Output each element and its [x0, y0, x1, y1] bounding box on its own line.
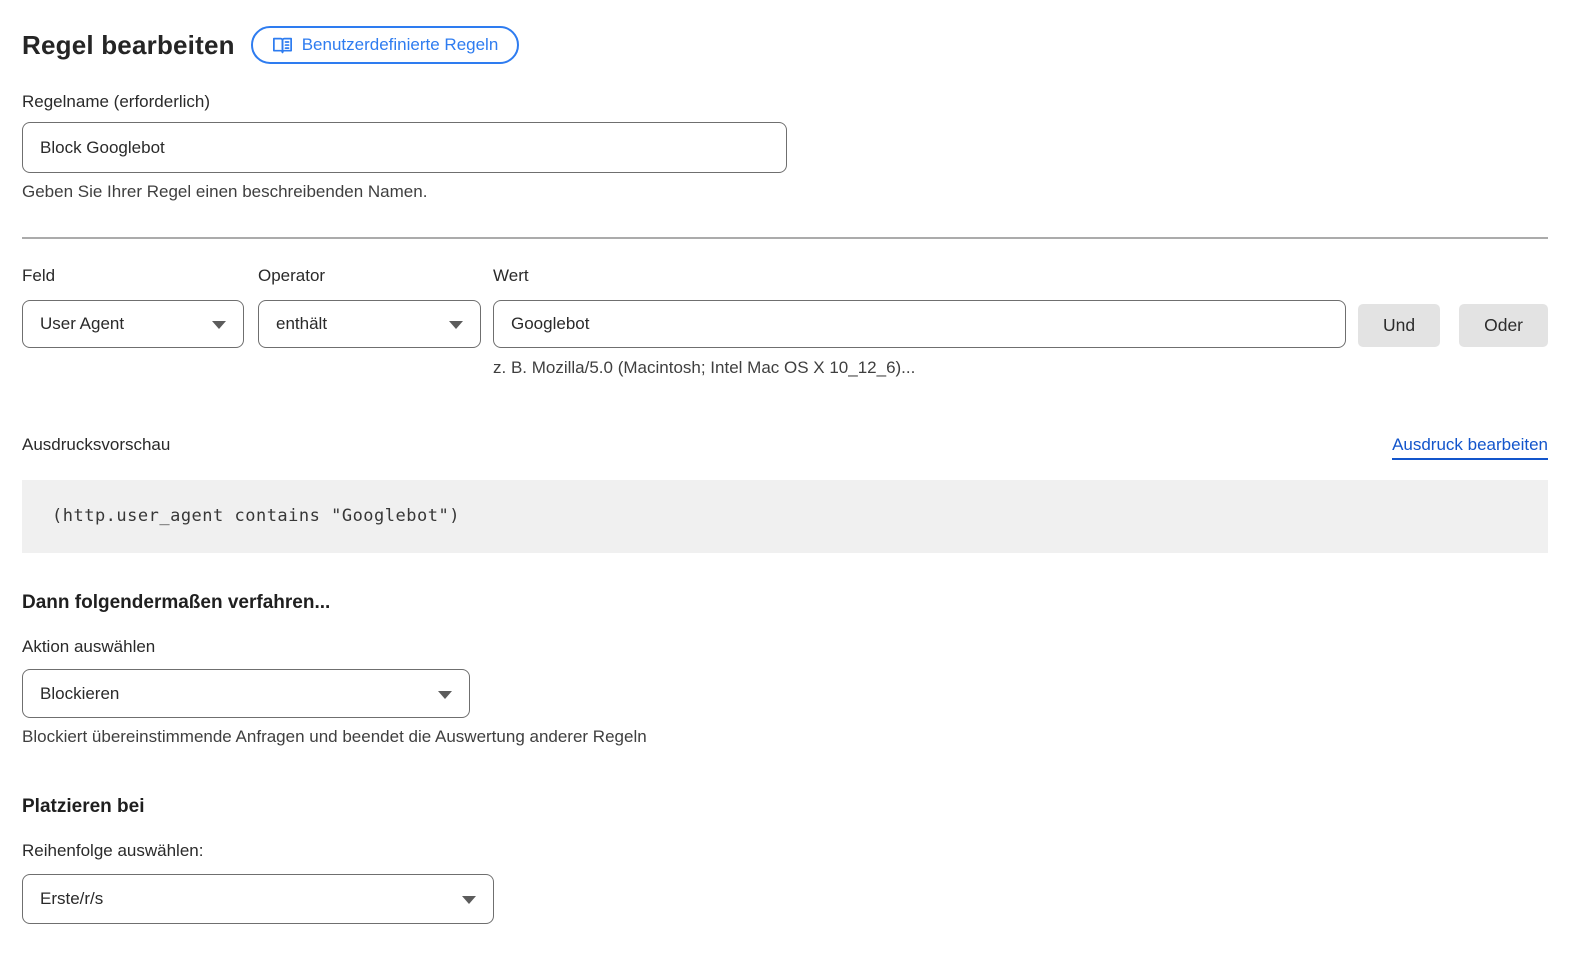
- action-section: Dann folgendermaßen verfahren... Aktion …: [22, 592, 1548, 747]
- field-column: Feld User Agent: [22, 266, 244, 378]
- edit-expression-link[interactable]: Ausdruck bearbeiten: [1392, 435, 1548, 460]
- rule-name-input[interactable]: [22, 122, 787, 173]
- field-select-value: User Agent: [40, 314, 124, 334]
- action-label: Aktion auswählen: [22, 637, 1548, 657]
- rule-name-label: Regelname (erforderlich): [22, 92, 1548, 112]
- field-label: Feld: [22, 266, 244, 286]
- custom-rules-badge-label: Benutzerdefinierte Regeln: [302, 35, 499, 55]
- expression-code: (http.user_agent contains "Googlebot"): [52, 506, 460, 526]
- chevron-down-icon: [212, 321, 226, 329]
- expression-preview-label: Ausdrucksvorschau: [22, 435, 170, 455]
- or-button[interactable]: Oder: [1459, 304, 1548, 347]
- operator-column: Operator enthält: [258, 266, 481, 378]
- action-select-value: Blockieren: [40, 684, 119, 704]
- value-help: z. B. Mozilla/5.0 (Macintosh; Intel Mac …: [493, 358, 1346, 378]
- order-select[interactable]: Erste/r/s: [22, 874, 494, 924]
- and-button[interactable]: Und: [1358, 304, 1440, 347]
- action-help: Blockiert übereinstimmende Anfragen und …: [22, 727, 1548, 747]
- expression-preview-box: (http.user_agent contains "Googlebot"): [22, 480, 1548, 553]
- logic-buttons: Und Oder: [1358, 304, 1548, 378]
- value-label: Wert: [493, 266, 1346, 286]
- field-select[interactable]: User Agent: [22, 300, 244, 348]
- operator-label: Operator: [258, 266, 481, 286]
- chevron-down-icon: [438, 691, 452, 699]
- expression-header: Ausdrucksvorschau Ausdruck bearbeiten: [22, 435, 1548, 460]
- operator-select[interactable]: enthält: [258, 300, 481, 348]
- chevron-down-icon: [462, 896, 476, 904]
- rule-name-help: Geben Sie Ihrer Regel einen beschreibend…: [22, 182, 1548, 202]
- page-title: Regel bearbeiten: [22, 30, 235, 61]
- open-book-icon: [272, 36, 293, 55]
- placement-heading: Platzieren bei: [22, 796, 1548, 818]
- action-heading: Dann folgendermaßen verfahren...: [22, 592, 1548, 614]
- chevron-down-icon: [449, 321, 463, 329]
- placement-section: Platzieren bei Reihenfolge auswählen: Er…: [22, 796, 1548, 924]
- page-header: Regel bearbeiten Benutzerdefinierte Rege…: [22, 26, 1548, 64]
- expression-section: Ausdrucksvorschau Ausdruck bearbeiten (h…: [22, 435, 1548, 553]
- condition-row: Feld User Agent Operator enthält Wert z.…: [22, 266, 1548, 378]
- order-label: Reihenfolge auswählen:: [22, 841, 1548, 861]
- value-input[interactable]: [493, 300, 1346, 348]
- rule-name-section: Regelname (erforderlich) Geben Sie Ihrer…: [22, 92, 1548, 202]
- operator-select-value: enthält: [276, 314, 327, 334]
- section-divider: [22, 237, 1548, 239]
- edit-rule-page: Regel bearbeiten Benutzerdefinierte Rege…: [0, 0, 1570, 924]
- order-select-value: Erste/r/s: [40, 889, 103, 909]
- action-select[interactable]: Blockieren: [22, 669, 470, 718]
- value-column: Wert z. B. Mozilla/5.0 (Macintosh; Intel…: [493, 266, 1346, 378]
- custom-rules-badge-button[interactable]: Benutzerdefinierte Regeln: [251, 26, 520, 64]
